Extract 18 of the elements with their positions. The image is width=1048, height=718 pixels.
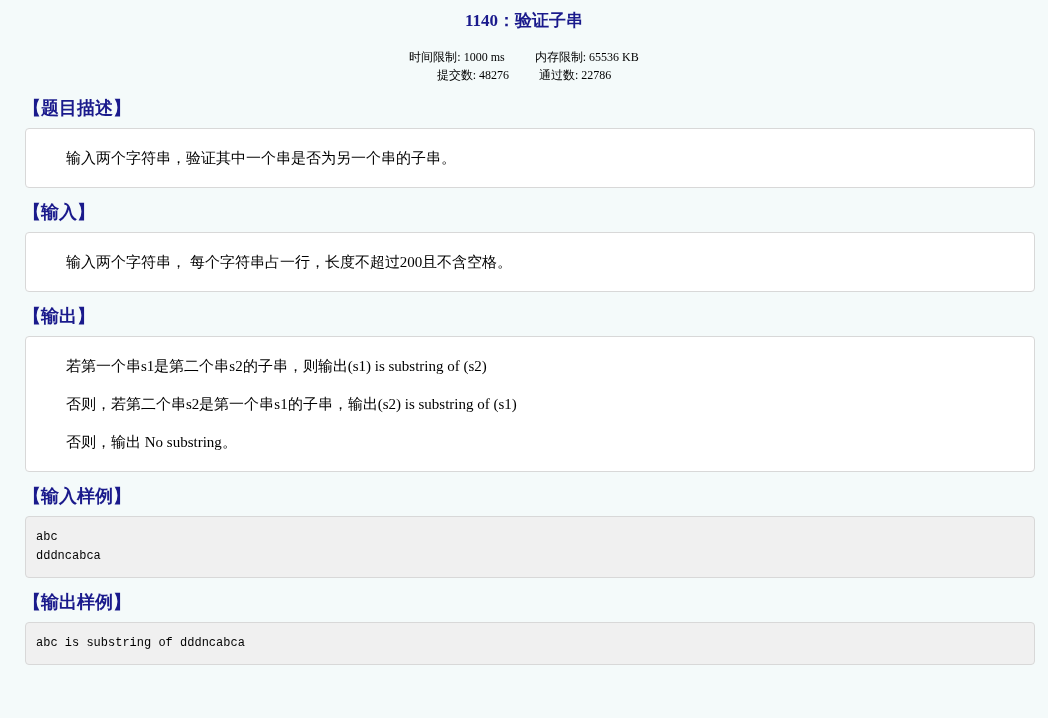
count-text: 通过数: 22786 (539, 67, 612, 84)
limit-text: 内存限制: 65536 KB (534, 49, 639, 66)
code-line: abc is substring of dddncabca (36, 635, 246, 652)
count-text: 提交数: 48276 (436, 67, 509, 84)
paragraph: 否则，输出 No substring。 (66, 433, 238, 452)
paragraph: 若第一个串s1是第二个串s2的子串，则输出(s1) is substring of (s2) (66, 357, 488, 376)
section-heading: 【输入样例】 (23, 485, 132, 508)
section-heading: 【题目描述】 (23, 97, 132, 120)
section-heading: 【输出样例】 (23, 591, 132, 614)
paragraph: 否则，若第二个串s2是第一个串s1的子串，输出(s2) is substring of (s1) (66, 395, 518, 414)
section-heading: 【输入】 (23, 201, 96, 224)
paragraph: 输入两个字符串， 每个字符串占一行，长度不超过200且不含空格。 (66, 253, 514, 272)
limit-text: 时间限制: 1000 ms (409, 49, 505, 66)
code-line: abc (36, 529, 59, 546)
paragraph: 输入两个字符串，验证其中一个串是否为另一个串的子串。 (66, 149, 457, 168)
code-line: dddncabca (36, 548, 102, 565)
problem-title: 1140：验证子串 (463, 10, 585, 32)
section-heading: 【输出】 (23, 305, 96, 328)
